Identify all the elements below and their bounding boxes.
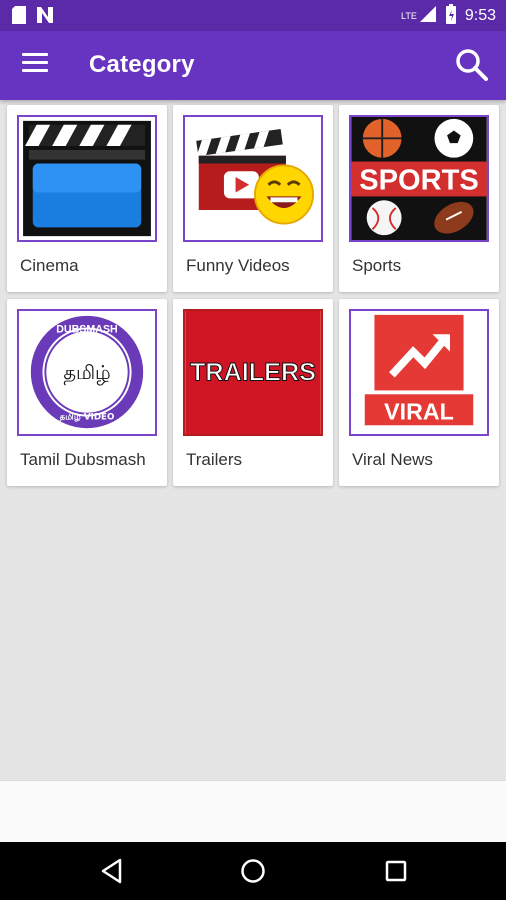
category-card-trailers[interactable]: TRAILERS Trailers [173, 299, 333, 486]
category-card-sports[interactable]: SPORTS Sports [339, 105, 499, 292]
sd-card-icon [12, 6, 26, 29]
search-icon[interactable] [455, 48, 489, 82]
category-label: Trailers [186, 450, 243, 469]
clapperboard-icon [17, 115, 157, 242]
category-grid: Cinema Funny Videos SPORTS Sports DUBSMA… [7, 105, 499, 486]
menu-icon[interactable] [22, 53, 48, 77]
category-label: Cinema [20, 256, 79, 275]
signal-icon [419, 5, 437, 27]
seal-bottom-text: தமிழ் VIDEO [60, 411, 115, 422]
category-card-viral-news[interactable]: VIRAL Viral News [339, 299, 499, 486]
trailers-icon: TRAILERS [183, 309, 323, 436]
category-label: Sports [352, 256, 402, 275]
seal-top-text: DUBSMASH [56, 323, 117, 335]
category-card-tamil-dubsmash[interactable]: DUBSMASH தமிழ் VIDEO தமிழ் Tamil Dubsmas… [7, 299, 167, 486]
category-label: Tamil Dubsmash [20, 450, 146, 469]
viral-thumb-text: VIRAL [384, 398, 454, 424]
app-bar: Category [0, 31, 506, 100]
trailers-thumb-text: TRAILERS [190, 359, 316, 387]
back-icon[interactable] [98, 857, 126, 885]
category-card-cinema[interactable]: Cinema [7, 105, 167, 292]
tamil-thumb-text: தமிழ் [63, 361, 110, 385]
page-title: Category [89, 51, 195, 78]
category-card-funny-videos[interactable]: Funny Videos [173, 105, 333, 292]
dubsmash-seal-icon: DUBSMASH தமிழ் VIDEO தமிழ் [17, 309, 157, 436]
battery-icon [445, 4, 457, 28]
system-nav-bar [0, 842, 506, 900]
status-bar: LTE 9:53 [0, 0, 506, 31]
viral-arrow-icon: VIRAL [349, 309, 489, 436]
recents-icon[interactable] [382, 857, 410, 885]
funny-clapper-icon [183, 115, 323, 242]
status-time: 9:53 [464, 7, 496, 24]
category-label: Funny Videos [186, 256, 290, 275]
sports-thumb-text: SPORTS [359, 165, 478, 197]
sports-balls-icon: SPORTS [349, 115, 489, 242]
category-label: Viral News [352, 450, 433, 469]
lte-label: LTE [401, 11, 417, 21]
n-notification-icon [36, 6, 54, 29]
home-icon[interactable] [239, 857, 267, 885]
bottom-strip [0, 780, 506, 842]
